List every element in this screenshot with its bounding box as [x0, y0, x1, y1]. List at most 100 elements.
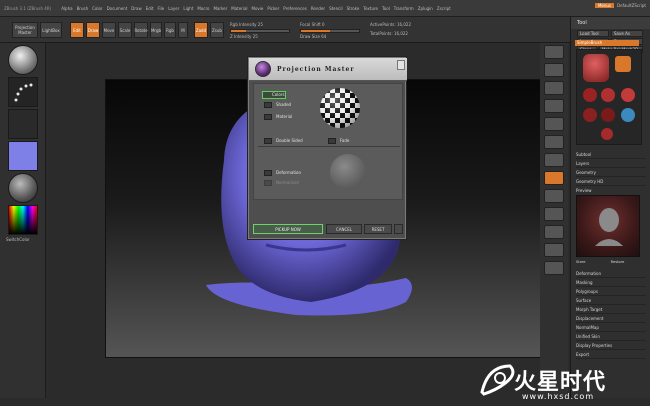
menu-layer[interactable]: Layer [168, 6, 179, 11]
frame-icon[interactable] [544, 189, 564, 203]
current-tool[interactable]: SimpleBrush [575, 40, 639, 46]
menu-movie[interactable]: Movie [252, 6, 264, 11]
default-zscript[interactable]: DefaultZScript [617, 3, 646, 8]
persp-icon[interactable] [544, 117, 564, 131]
preview-store-button[interactable]: Store [576, 260, 586, 264]
fade-checkbox[interactable] [328, 138, 336, 144]
head-tool-thumb[interactable] [583, 54, 609, 82]
ring-thumb[interactable] [583, 108, 597, 122]
polygroups-section[interactable]: Polygroups [576, 288, 646, 296]
edit-button[interactable]: Edit [70, 22, 84, 38]
zoom-icon[interactable] [544, 63, 564, 77]
menu-file[interactable]: File [158, 6, 165, 11]
draw-button[interactable]: Draw [86, 22, 100, 38]
polymesh-thumb[interactable] [621, 108, 635, 122]
subtool-section[interactable]: Subtool [576, 151, 646, 159]
tool-preview[interactable] [576, 195, 640, 257]
double-sided-checkbox[interactable] [264, 138, 272, 144]
colors-checkbox[interactable]: Colors [262, 91, 286, 99]
layers-section[interactable]: Layers [576, 160, 646, 168]
geometry-section[interactable]: Geometry [576, 169, 646, 177]
menu-transform[interactable]: Transform [394, 6, 414, 11]
mrgb-button[interactable]: Mrgb [150, 22, 162, 38]
switch-color-label[interactable]: SwitchColor [6, 237, 30, 242]
focal-shift-slider[interactable] [300, 29, 360, 33]
alpha-off-icon[interactable] [8, 109, 38, 139]
menu-texture[interactable]: Texture [363, 6, 378, 11]
color-picker-icon[interactable] [8, 205, 38, 235]
morph-target-section[interactable]: Morph Target [576, 306, 646, 314]
menu-zscript[interactable]: Zscript [437, 6, 451, 11]
reset-button[interactable]: RESET [364, 224, 392, 234]
texture-icon[interactable] [8, 141, 38, 171]
menu-tool[interactable]: Tool [382, 6, 390, 11]
projection-master-button[interactable]: Projection Master [12, 22, 38, 38]
sphere-thumb[interactable] [583, 88, 597, 102]
displacement-section[interactable]: Displacement [576, 315, 646, 323]
menu-stencil[interactable]: Stencil [329, 6, 343, 11]
close-icon[interactable] [397, 60, 405, 70]
material-sphere-icon[interactable] [8, 173, 38, 203]
surface-section[interactable]: Surface [576, 297, 646, 305]
scale-view-icon[interactable] [544, 225, 564, 239]
move-button[interactable]: Move [102, 22, 116, 38]
menu-render[interactable]: Render [311, 6, 325, 11]
rgb-intensity-slider[interactable] [230, 29, 290, 33]
rgb-button[interactable]: Rgb [164, 22, 176, 38]
menu-draw[interactable]: Draw [131, 6, 141, 11]
menu-material[interactable]: Material [231, 6, 247, 11]
normalmap-section[interactable]: NormalMap [576, 324, 646, 332]
geometry-hd-section[interactable]: Geometry HD [576, 178, 646, 186]
local-icon[interactable] [544, 153, 564, 167]
display-properties-section[interactable]: Display Properties [576, 342, 646, 350]
cube-thumb[interactable] [621, 88, 635, 102]
m-button[interactable]: M [178, 22, 188, 38]
menu-macro[interactable]: Macro [197, 6, 209, 11]
normalized-checkbox[interactable] [264, 180, 272, 186]
preview-section[interactable]: Preview [576, 187, 646, 195]
scroll-icon[interactable] [544, 45, 564, 59]
menu-marker[interactable]: Marker [213, 6, 227, 11]
terrain-thumb[interactable] [601, 128, 613, 140]
menu-picker[interactable]: Picker [267, 6, 279, 11]
material-checkbox[interactable] [264, 114, 272, 120]
menu-alpha[interactable]: Alpha [61, 6, 72, 11]
masking-section[interactable]: Masking [576, 279, 646, 287]
cylinder-thumb[interactable] [601, 88, 615, 102]
menu-zplugin[interactable]: Zplugin [418, 6, 433, 11]
aahalf-icon[interactable] [544, 99, 564, 113]
deformation-section[interactable]: Deformation [576, 270, 646, 278]
pickup-now-button[interactable]: PICKUP NOW [253, 224, 323, 234]
menu-light[interactable]: Light [183, 6, 193, 11]
dots-stroke-icon[interactable] [8, 77, 38, 107]
preview-restore-button[interactable]: Restore [611, 260, 625, 264]
menu-edit[interactable]: Edit [146, 6, 154, 11]
floor-icon[interactable] [544, 135, 564, 149]
rotate-view-icon[interactable] [544, 243, 564, 257]
zadd-button[interactable]: Zadd [194, 22, 208, 38]
polyf-icon[interactable] [544, 261, 564, 275]
lightbox-button[interactable]: LightBox [40, 22, 62, 38]
menu-brush[interactable]: Brush [77, 6, 89, 11]
menu-document[interactable]: Document [107, 6, 128, 11]
standard-brush-icon[interactable] [8, 45, 38, 75]
unified-skin-section[interactable]: Unified Skin [576, 333, 646, 341]
deformation-checkbox[interactable] [264, 170, 272, 176]
rotate-button[interactable]: Rotate [134, 22, 148, 38]
help-button[interactable] [394, 224, 403, 234]
menu-color[interactable]: Color [92, 6, 102, 11]
zsub-button[interactable]: Zsub [210, 22, 224, 38]
xyz-icon[interactable] [544, 171, 564, 185]
move-view-icon[interactable] [544, 207, 564, 221]
save-as-button[interactable]: Save As [611, 30, 643, 37]
cone-thumb[interactable] [601, 108, 615, 122]
load-tool-button[interactable]: Load Tool [577, 30, 609, 37]
menus-toggle[interactable]: Menus [594, 3, 615, 8]
cancel-button[interactable]: CANCEL [326, 224, 362, 234]
shaded-checkbox[interactable] [264, 102, 272, 108]
scale-button[interactable]: Scale [118, 22, 132, 38]
simplebrush-thumb[interactable] [615, 56, 631, 72]
actual-icon[interactable] [544, 81, 564, 95]
menu-stroke[interactable]: Stroke [347, 6, 360, 11]
menu-preferences[interactable]: Preferences [283, 6, 307, 11]
